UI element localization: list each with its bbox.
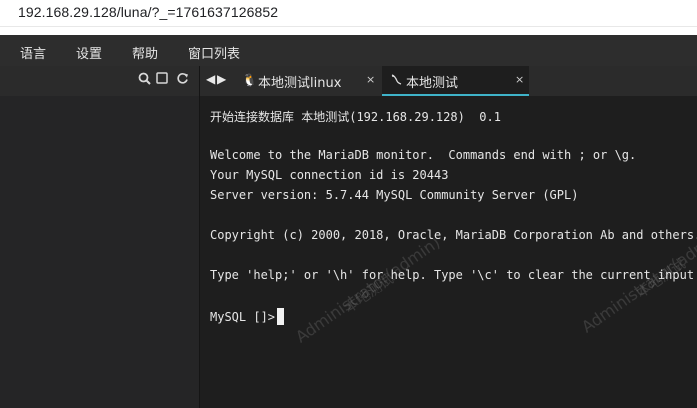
sidebar-toolbar: [0, 66, 199, 96]
browser-divider: [0, 26, 697, 35]
tab-label: 本地测试linux: [258, 76, 342, 91]
terminal-line: Welcome to the MariaDB monitor. Commands…: [210, 148, 637, 162]
terminal-output[interactable]: 开始连接数据库 本地测试(192.168.29.128) 0.1 Welcome…: [200, 96, 697, 408]
terminal-prompt-line: MySQL []>: [210, 308, 285, 325]
menubar: 语言 设置 帮助 窗口列表: [0, 35, 697, 66]
terminal-line: Copyright (c) 2000, 2018, Oracle, MariaD…: [210, 228, 697, 242]
menu-item-window-list[interactable]: 窗口列表: [188, 43, 240, 62]
terminal-cursor: [277, 308, 285, 325]
menu-item-language[interactable]: 语言: [20, 43, 46, 62]
url-text[interactable]: 192.168.29.128/luna/?_=1761637126852: [18, 4, 278, 20]
tab-scroll-left-icon[interactable]: ◀: [206, 72, 215, 86]
search-icon[interactable]: [137, 72, 151, 88]
close-icon[interactable]: ×: [366, 73, 375, 86]
tab-linux-session[interactable]: 🐧 本地测试linux ×: [234, 66, 380, 96]
terminal-line: 开始连接数据库 本地测试(192.168.29.128) 0.1: [210, 110, 501, 124]
tab-label: 本地测试: [406, 76, 459, 91]
menu-item-settings[interactable]: 设置: [76, 43, 102, 62]
terminal-line: Your MySQL connection id is 20443: [210, 168, 449, 182]
linux-penguin-icon: 🐧: [242, 73, 257, 87]
session-tab-bar: ◀ ▶ 🐧 本地测试linux × 本地测试 ×: [200, 66, 697, 96]
close-icon[interactable]: ×: [515, 73, 524, 86]
square-icon[interactable]: [155, 72, 169, 88]
browser-address-bar[interactable]: 192.168.29.128/luna/?_=1761637126852: [0, 0, 697, 26]
asset-tree-sidebar: [0, 66, 200, 408]
mysql-prompt: MySQL []>: [210, 310, 276, 324]
tab-mysql-session[interactable]: 本地测试 ×: [382, 66, 529, 96]
database-terminal-icon: [390, 73, 402, 88]
menu-item-help[interactable]: 帮助: [132, 43, 158, 62]
refresh-icon[interactable]: [175, 72, 189, 88]
terminal-line: Server version: 5.7.44 MySQL Community S…: [210, 188, 579, 202]
tab-scroll-right-icon[interactable]: ▶: [217, 72, 226, 86]
terminal-line: Type 'help;' or '\h' for help. Type '\c'…: [210, 268, 695, 282]
